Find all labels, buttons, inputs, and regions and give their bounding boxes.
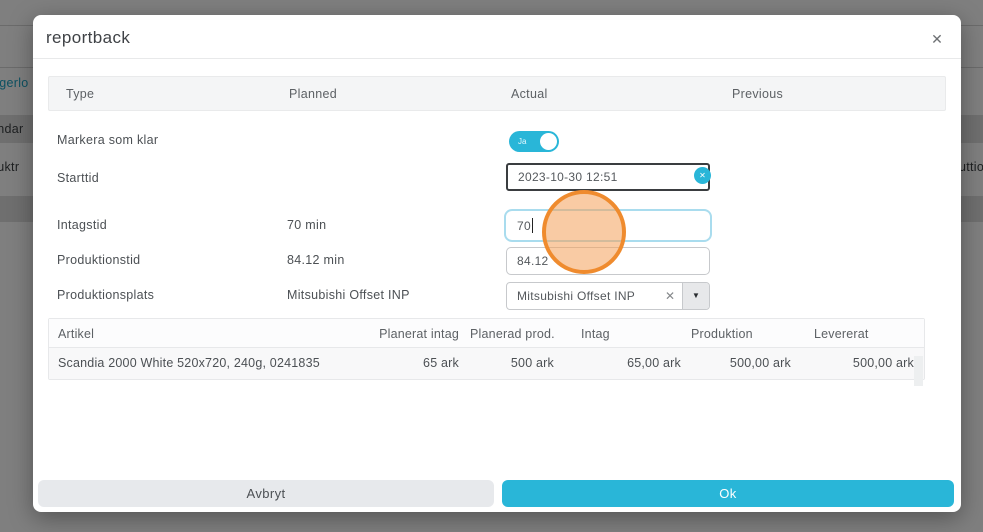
col-levererat: Levererat xyxy=(814,327,914,341)
produktionsplats-select[interactable]: Mitsubishi Offset INP ✕ ▼ xyxy=(506,282,710,310)
col-artikel: Artikel xyxy=(58,327,94,341)
form-row-produktionsplats: Produktionsplats Mitsubishi Offset INP M… xyxy=(48,282,946,312)
article-table: Artikel Planerat intag Planerad prod... … xyxy=(48,318,925,380)
column-actual: Actual xyxy=(511,87,548,101)
planned-value: 84.12 min xyxy=(287,253,345,267)
form-column-header: Type Planned Actual Previous xyxy=(48,76,946,111)
col-planerat-intag: Planerat intag xyxy=(361,327,459,341)
form-row-markera-som-klar: Markera som klar Ja xyxy=(48,125,946,155)
col-planerad-prod: Planerad prod... xyxy=(470,327,554,341)
close-icon[interactable]: ✕ xyxy=(927,29,947,49)
cell-artikel: Scandia 2000 White 520x720, 240g, 024183… xyxy=(58,356,320,370)
row-label: Starttid xyxy=(57,171,99,185)
reportback-dialog: reportback ✕ Type Planned Actual Previou… xyxy=(33,15,961,512)
article-table-header: Artikel Planerat intag Planerad prod... … xyxy=(49,319,924,348)
form-row-produktionstid: Produktionstid 84.12 min xyxy=(48,230,946,260)
dialog-title: reportback xyxy=(46,28,130,48)
row-label: Produktionsplats xyxy=(57,288,154,302)
form-row-starttid: Starttid ✕ xyxy=(48,161,946,193)
starttid-input[interactable] xyxy=(506,163,710,191)
ok-button[interactable]: Ok xyxy=(502,480,954,507)
cell-intag: 65,00 ark xyxy=(581,356,681,370)
produktionstid-input[interactable] xyxy=(506,247,710,275)
cell-planerad-prod: 500 ark xyxy=(470,356,554,370)
table-row[interactable]: Scandia 2000 White 520x720, 240g, 024183… xyxy=(49,348,924,379)
chevron-down-icon[interactable]: ▼ xyxy=(682,283,709,309)
cell-produktion: 500,00 ark xyxy=(691,356,791,370)
col-intag: Intag xyxy=(581,327,681,341)
select-value: Mitsubishi Offset INP xyxy=(507,289,658,303)
column-type: Type xyxy=(66,87,94,101)
cell-levererat: 500,00 ark xyxy=(814,356,914,370)
cell-planerat-intag: 65 ark xyxy=(361,356,459,370)
row-label: Produktionstid xyxy=(57,253,140,267)
column-previous: Previous xyxy=(732,87,783,101)
title-divider xyxy=(33,58,961,59)
toggle-on-label: Ja xyxy=(518,137,526,146)
clear-date-icon[interactable]: ✕ xyxy=(694,167,711,184)
planned-value: Mitsubishi Offset INP xyxy=(287,288,410,302)
clear-selection-icon[interactable]: ✕ xyxy=(658,289,682,303)
row-label: Markera som klar xyxy=(57,133,158,147)
cancel-button[interactable]: Avbryt xyxy=(38,480,494,507)
column-planned: Planned xyxy=(289,87,337,101)
markera-som-klar-toggle[interactable]: Ja xyxy=(509,131,559,152)
col-produktion: Produktion xyxy=(691,327,791,341)
table-scrollbar[interactable] xyxy=(914,356,923,386)
toggle-knob xyxy=(540,133,557,150)
